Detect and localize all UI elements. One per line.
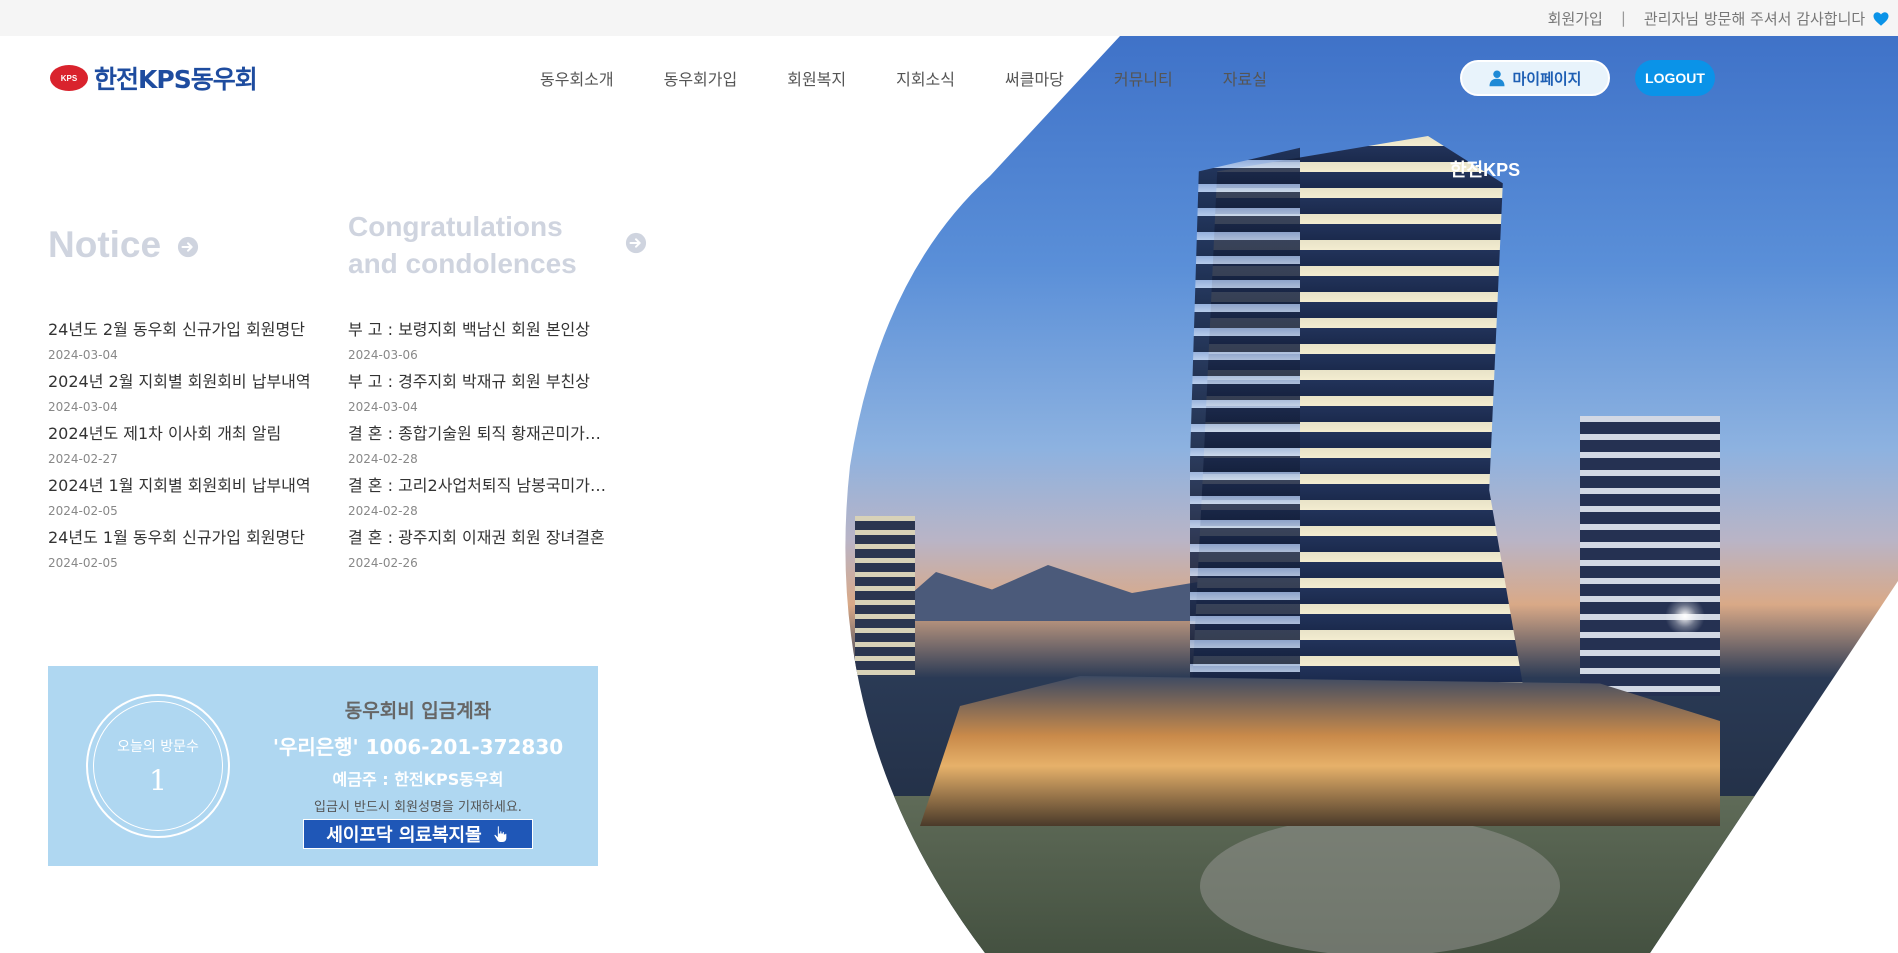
post-title[interactable]: 부 고 : 경주지회 박재규 회원 부친상 xyxy=(348,370,623,394)
post-title[interactable]: 24년도 2월 동우회 신규가입 회원명단 xyxy=(48,318,338,342)
post-date: 2024-02-27 xyxy=(48,452,118,466)
post-date: 2024-02-28 xyxy=(348,452,418,466)
visitor-counter: 오늘의 방문수 1 xyxy=(86,694,230,838)
mypage-button[interactable]: 마이페이지 xyxy=(1460,60,1610,96)
post-date: 2024-03-04 xyxy=(48,348,118,362)
bank-account-info: 동우회비 입금계좌 '우리은행' 1006-201-372830 예금주 : 한… xyxy=(258,696,578,849)
hero-podium xyxy=(920,676,1720,826)
hero-side-building-left xyxy=(855,516,915,676)
post-title[interactable]: 결 혼 : 종합기술원 퇴직 황재곤미가… xyxy=(348,422,623,446)
mypage-label: 마이페이지 xyxy=(1512,69,1582,88)
topbar-links: 회원가입 | 관리자님 방문해 주셔서 감사합니다 xyxy=(1548,0,1890,36)
hero-plaza xyxy=(1200,816,1560,953)
nav-item-welfare[interactable]: 회원복지 xyxy=(787,66,846,90)
topbar-separator: | xyxy=(1620,9,1626,27)
post-date: 2024-03-04 xyxy=(348,400,418,414)
post-date: 2024-02-28 xyxy=(348,504,418,518)
mall-button-label: 세이프닥 의료복지몰 xyxy=(326,825,482,846)
post-title[interactable]: 2024년도 제1차 이사회 개최 알림 xyxy=(48,422,338,446)
visitor-count: 1 xyxy=(149,763,167,797)
post-title[interactable]: 2024년 1월 지회별 회원회비 납부내역 xyxy=(48,474,338,498)
hand-pointer-icon xyxy=(493,825,507,843)
nav-item-circle[interactable]: 써클마당 xyxy=(1005,66,1064,90)
heart-icon xyxy=(1873,12,1889,26)
account-title: 동우회비 입금계좌 xyxy=(344,700,492,722)
site-logo[interactable]: KPS 한전KPS동우회 xyxy=(50,60,258,96)
list-item[interactable]: 2024년 1월 지회별 회원회비 납부내역 2024-02-05 xyxy=(48,474,338,526)
hero-building-sign: 한전KPS xyxy=(1450,160,1521,180)
top-utility-bar: 회원가입 | 관리자님 방문해 주셔서 감사합니다 xyxy=(0,0,1898,36)
account-info-box: 오늘의 방문수 1 동우회비 입금계좌 '우리은행' 1006-201-3728… xyxy=(48,666,598,866)
list-item[interactable]: 부 고 : 경주지회 박재규 회원 부친상 2024-03-04 xyxy=(348,370,623,422)
post-title[interactable]: 결 혼 : 광주지회 이재권 회원 장녀결혼 xyxy=(348,526,623,550)
list-item[interactable]: 결 혼 : 광주지회 이재권 회원 장녀결혼 2024-02-26 xyxy=(348,526,623,578)
user-icon xyxy=(1489,70,1505,87)
main-nav: 동우회소개 동우회가입 회원복지 지회소식 써클마당 커뮤니티 자료실 xyxy=(540,66,1317,90)
greeting-text: 관리자님 방문해 주셔서 감사합니다 xyxy=(1644,8,1890,29)
post-title[interactable]: 부 고 : 보령지회 백남신 회원 본인상 xyxy=(348,318,623,342)
post-date: 2024-02-05 xyxy=(48,556,118,570)
hero-light-flare xyxy=(1665,596,1705,636)
post-date: 2024-03-06 xyxy=(348,348,418,362)
account-note: 입금시 반드시 회원성명을 기재하세요. xyxy=(314,800,522,815)
medical-welfare-mall-button[interactable]: 세이프닥 의료복지몰 xyxy=(303,819,533,849)
notice-title[interactable]: Notice xyxy=(48,224,161,266)
congratulations-title[interactable]: Congratulations and condolences xyxy=(348,208,618,282)
post-title[interactable]: 2024년 2월 지회별 회원회비 납부내역 xyxy=(48,370,338,394)
post-title[interactable]: 24년도 1월 동우회 신규가입 회원명단 xyxy=(48,526,338,550)
notice-list: 24년도 2월 동우회 신규가입 회원명단 2024-03-04 2024년 2… xyxy=(48,318,338,578)
kps-logo-mark: KPS xyxy=(50,65,88,91)
signup-link[interactable]: 회원가입 xyxy=(1548,8,1603,29)
nav-item-branch-news[interactable]: 지회소식 xyxy=(896,66,955,90)
post-title[interactable]: 결 혼 : 고리2사업처퇴직 남봉국미가… xyxy=(348,474,623,498)
hero-building-image: 한전KPS xyxy=(820,36,1898,953)
account-number: '우리은행' 1006-201-372830 xyxy=(272,735,564,759)
list-item[interactable]: 24년도 1월 동우회 신규가입 회원명단 2024-02-05 xyxy=(48,526,338,578)
list-item[interactable]: 결 혼 : 고리2사업처퇴직 남봉국미가… 2024-02-28 xyxy=(348,474,623,526)
list-item[interactable]: 24년도 2월 동우회 신규가입 회원명단 2024-03-04 xyxy=(48,318,338,370)
hero-tower-side xyxy=(1190,136,1300,726)
congratulations-list: 부 고 : 보령지회 백남신 회원 본인상 2024-03-06 부 고 : 경… xyxy=(348,318,623,578)
post-date: 2024-03-04 xyxy=(48,400,118,414)
account-holder: 예금주 : 한전KPS동우회 xyxy=(332,770,504,789)
arrow-right-circle-icon[interactable] xyxy=(625,232,647,254)
nav-item-community[interactable]: 커뮤니티 xyxy=(1114,66,1173,90)
visitor-label: 오늘의 방문수 xyxy=(117,738,199,755)
nav-item-join[interactable]: 동우회가입 xyxy=(664,66,738,90)
post-date: 2024-02-26 xyxy=(348,556,418,570)
list-item[interactable]: 2024년 2월 지회별 회원회비 납부내역 2024-03-04 xyxy=(48,370,338,422)
list-item[interactable]: 결 혼 : 종합기술원 퇴직 황재곤미가… 2024-02-28 xyxy=(348,422,623,474)
greeting-label: 관리자님 방문해 주셔서 감사합니다 xyxy=(1643,9,1866,28)
logout-button[interactable]: LOGOUT xyxy=(1635,60,1715,96)
list-item[interactable]: 2024년도 제1차 이사회 개최 알림 2024-02-27 xyxy=(48,422,338,474)
arrow-right-circle-icon[interactable] xyxy=(177,236,199,258)
visitor-counter-inner: 오늘의 방문수 1 xyxy=(93,701,223,831)
hero-side-building-right xyxy=(1580,416,1720,696)
post-date: 2024-02-05 xyxy=(48,504,118,518)
logo-text: 한전KPS동우회 xyxy=(94,65,258,94)
nav-item-about[interactable]: 동우회소개 xyxy=(540,66,614,90)
nav-item-archive[interactable]: 자료실 xyxy=(1223,66,1267,90)
list-item[interactable]: 부 고 : 보령지회 백남신 회원 본인상 2024-03-06 xyxy=(348,318,623,370)
